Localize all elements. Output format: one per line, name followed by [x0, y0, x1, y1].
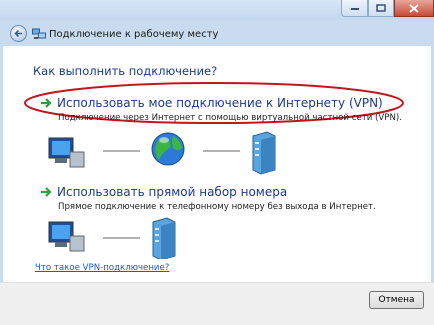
option-vpn-description: Подключение через Интернет с помощью вир…: [58, 113, 402, 123]
green-arrow-icon: [41, 187, 52, 197]
maximize-button[interactable]: [368, 0, 394, 17]
green-arrow-icon: [41, 98, 52, 108]
close-icon: [409, 3, 419, 13]
computer-icon: [48, 221, 85, 252]
option-vpn-title[interactable]: Использовать мое подключение к Интернету…: [57, 96, 383, 110]
navigation-row: Подключение к рабочему месту: [0, 20, 434, 46]
back-button[interactable]: [10, 25, 27, 42]
server-icon: [252, 131, 276, 175]
globe-icon: [151, 132, 185, 166]
vpn-diagram: [48, 131, 276, 175]
dialup-diagram: [48, 217, 176, 259]
dialog-title: Подключение к рабочему месту: [49, 29, 219, 40]
vpn-help-link[interactable]: Что такое VPN-подключение?: [35, 263, 169, 273]
back-arrow-icon: [13, 29, 22, 38]
minimize-icon: [350, 8, 359, 10]
network-icon: [32, 28, 46, 39]
minimize-button[interactable]: [341, 0, 368, 17]
computer-icon: [48, 137, 85, 168]
title-bar[interactable]: [0, 0, 434, 20]
page-heading: Как выполнить подключение?: [33, 64, 218, 78]
close-button[interactable]: [394, 0, 434, 17]
server-icon: [152, 217, 176, 259]
dialog-window: Подключение к рабочему месту Как выполни…: [0, 0, 434, 325]
maximize-icon: [376, 4, 386, 12]
option-dialup-description: Прямое подключение к телефонному номеру …: [58, 202, 376, 212]
cancel-button[interactable]: Отмена: [369, 291, 424, 309]
option-dialup-title[interactable]: Использовать прямой набор номера: [57, 185, 287, 199]
